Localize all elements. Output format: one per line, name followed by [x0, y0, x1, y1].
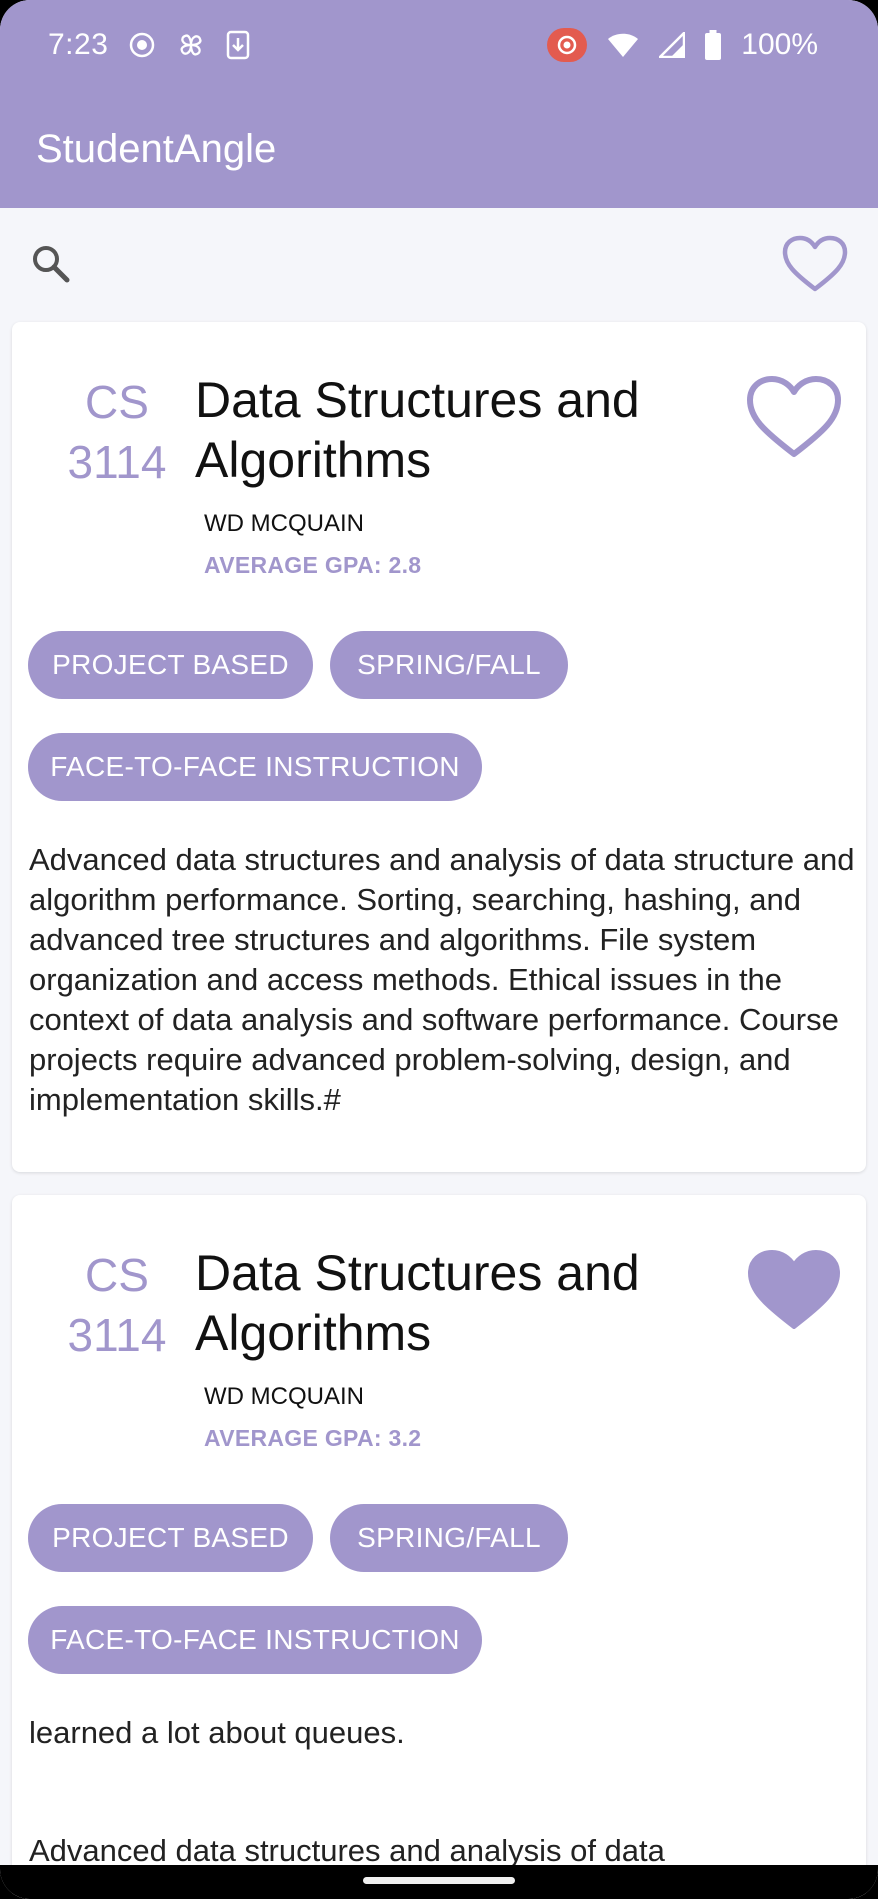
status-left: 7:23 [48, 28, 250, 62]
course-code: CS 3114 [42, 372, 192, 492]
battery-percent: 100% [741, 28, 818, 61]
tag-chip[interactable]: PROJECT BASED [28, 1504, 313, 1572]
favorites-heart-icon[interactable] [782, 235, 848, 293]
tag-chip[interactable]: FACE-TO-FACE INSTRUCTION [28, 733, 482, 801]
course-card[interactable]: CS 3114 Data Structures and Algorithms W… [12, 1195, 866, 1899]
tag-chip[interactable]: PROJECT BASED [28, 631, 313, 699]
search-icon[interactable] [30, 243, 72, 285]
course-card[interactable]: CS 3114 Data Structures and Algorithms W… [12, 322, 866, 1172]
course-dept: CS [85, 1249, 149, 1301]
review-comment: learned a lot about queues. [29, 1715, 405, 1750]
pinwheel-icon [176, 30, 206, 60]
favorite-heart-outline-icon[interactable] [744, 372, 844, 462]
screen-record-icon [128, 31, 156, 59]
course-number: 3114 [67, 436, 167, 488]
average-gpa: AVERAGE GPA: 3.2 [204, 1425, 422, 1451]
status-right: 100% [547, 28, 818, 62]
course-code: CS 3114 [42, 1245, 192, 1365]
course-description: Advanced data structures and analysis of… [29, 842, 855, 1117]
status-time: 7:23 [48, 28, 109, 61]
course-title-line1: Data Structures and [195, 372, 640, 428]
phone-screen: 7:23 100% StudentAngle CS 3114 Data Stru… [0, 0, 878, 1899]
tag-chip[interactable]: FACE-TO-FACE INSTRUCTION [28, 1606, 482, 1674]
course-dept: CS [85, 376, 149, 428]
battery-icon [705, 30, 722, 60]
course-title: Data Structures and Algorithms [195, 370, 715, 490]
record-badge-icon [547, 28, 588, 62]
home-gesture-handle[interactable] [363, 1877, 515, 1884]
app-title: StudentAngle [36, 126, 277, 171]
favorite-heart-filled-icon[interactable] [744, 1245, 844, 1335]
course-number: 3114 [67, 1309, 167, 1361]
navigation-bar [0, 1865, 878, 1899]
course-title-line2: Algorithms [195, 1305, 432, 1361]
course-title: Data Structures and Algorithms [195, 1243, 715, 1363]
signal-icon [659, 32, 686, 58]
instructor-name: WD MCQUAIN [204, 510, 364, 537]
instructor-name: WD MCQUAIN [204, 1383, 364, 1410]
toolbar [0, 208, 878, 320]
course-title-line2: Algorithms [195, 432, 432, 488]
app-bar: StudentAngle [0, 90, 878, 208]
download-icon [226, 30, 250, 60]
average-gpa: AVERAGE GPA: 2.8 [204, 552, 422, 578]
tag-chip[interactable]: SPRING/FALL [330, 631, 568, 699]
status-bar: 7:23 100% [0, 0, 878, 90]
course-title-line1: Data Structures and [195, 1245, 640, 1301]
tag-chip[interactable]: SPRING/FALL [330, 1504, 568, 1572]
wifi-icon [607, 32, 639, 58]
